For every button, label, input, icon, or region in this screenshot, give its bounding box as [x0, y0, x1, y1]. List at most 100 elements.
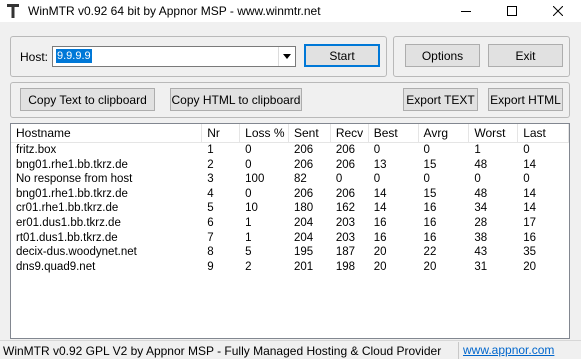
cell-loss: 0	[245, 158, 252, 171]
cell-loss: 10	[245, 202, 258, 215]
cell-nr: 7	[207, 231, 214, 244]
window-title: WinMTR v0.92 64 bit by Appnor MSP - www.…	[28, 4, 321, 18]
column-header-hostname[interactable]: Hostname	[11, 124, 203, 143]
cell-hostname: fritz.box	[16, 144, 57, 156]
table-row[interactable]: bng01.rhe1.bb.tkrz.de 2 0 206 206 13 15 …	[11, 158, 569, 173]
export-text-button[interactable]: Export TEXT	[403, 88, 478, 111]
host-input[interactable]: 9.9.9.9	[56, 49, 92, 63]
cell-avrg: 0	[423, 144, 430, 156]
cell-hostname: bng01.rhe1.bb.tkrz.de	[16, 187, 128, 200]
cell-worst: 1	[474, 144, 481, 156]
cell-avrg: 16	[423, 216, 437, 229]
close-icon[interactable]	[535, 0, 581, 22]
cell-hostname: cr01.rhe1.bb.tkrz.de	[16, 202, 119, 215]
column-header-avrg[interactable]: Avrg	[419, 124, 470, 143]
cell-worst: 28	[474, 216, 488, 229]
cell-sent: 206	[293, 158, 314, 171]
cell-last: 0	[523, 144, 530, 156]
cell-recv: 206	[335, 144, 356, 156]
table-header: Hostname Nr Loss % Sent Recv Best Avrg W…	[11, 124, 569, 143]
trace-results-table[interactable]: Hostname Nr Loss % Sent Recv Best Avrg W…	[10, 123, 570, 339]
cell-last: 16	[523, 231, 536, 244]
cell-loss: 0	[245, 144, 252, 156]
cell-loss: 100	[245, 173, 265, 186]
column-header-worst[interactable]: Worst	[469, 124, 519, 143]
cell-recv: 203	[335, 216, 356, 229]
cell-last: 14	[523, 158, 536, 171]
status-bar: WinMTR v0.92 GPL V2 by Appnor MSP - Full…	[0, 340, 581, 359]
cell-avrg: 16	[423, 231, 437, 244]
cell-best: 14	[373, 202, 387, 215]
minimize-icon[interactable]	[443, 0, 489, 22]
cell-hostname: er01.dus1.bb.tkrz.de	[16, 216, 121, 229]
copy-text-button[interactable]: Copy Text to clipboard	[20, 88, 155, 111]
table-row[interactable]: No response from host 3 100 82 0 0 0 0 0	[11, 172, 569, 187]
column-header-last[interactable]: Last	[518, 124, 569, 143]
options-button[interactable]: Options	[405, 44, 480, 67]
cell-last: 14	[523, 202, 536, 215]
cell-sent: 201	[293, 260, 314, 273]
host-label: Host:	[20, 50, 49, 64]
cell-best: 16	[373, 231, 387, 244]
table-row[interactable]: decix-dus.woodynet.net 8 5 195 187 20 22…	[11, 245, 569, 260]
cell-loss: 5	[245, 246, 252, 259]
cell-nr: 1	[207, 144, 214, 156]
table-body: fritz.box 1 0 206 206 0 0 1 0 bng01.rhe1…	[11, 143, 569, 274]
cell-nr: 3	[207, 173, 214, 186]
cell-nr: 9	[207, 260, 214, 273]
cell-sent: 204	[293, 231, 314, 244]
exit-button[interactable]: Exit	[488, 44, 563, 67]
table-row[interactable]: cr01.rhe1.bb.tkrz.de 5 10 180 162 14 16 …	[11, 201, 569, 216]
cell-recv: 206	[335, 187, 356, 200]
column-header-loss[interactable]: Loss %	[240, 124, 289, 143]
cell-nr: 4	[207, 187, 214, 200]
cell-best: 16	[373, 216, 387, 229]
column-header-best[interactable]: Best	[369, 124, 419, 143]
cell-last: 20	[523, 260, 536, 273]
host-combobox[interactable]: 9.9.9.9	[52, 46, 296, 67]
cell-recv: 206	[335, 158, 356, 171]
cell-last: 0	[523, 173, 530, 186]
appnor-link[interactable]: www.appnor.com	[458, 342, 581, 359]
cell-sent: 180	[293, 202, 314, 215]
cell-hostname: decix-dus.woodynet.net	[16, 246, 137, 259]
cell-best: 0	[373, 144, 381, 156]
cell-worst: 0	[474, 173, 481, 186]
column-header-nr[interactable]: Nr	[202, 124, 241, 143]
cell-worst: 48	[474, 158, 488, 171]
cell-best: 0	[373, 173, 381, 186]
cell-sent: 204	[293, 216, 314, 229]
start-button[interactable]: Start	[304, 44, 380, 67]
maximize-icon[interactable]	[489, 0, 535, 22]
cell-worst: 38	[474, 231, 488, 244]
cell-avrg: 22	[423, 246, 437, 259]
cell-last: 17	[523, 216, 536, 229]
cell-best: 13	[373, 158, 387, 171]
table-row[interactable]: er01.dus1.bb.tkrz.de 6 1 204 203 16 16 2…	[11, 216, 569, 231]
table-row[interactable]: bng01.rhe1.bb.tkrz.de 4 0 206 206 14 15 …	[11, 187, 569, 202]
cell-loss: 0	[245, 187, 252, 200]
cell-sent: 195	[293, 246, 314, 259]
column-header-sent[interactable]: Sent	[289, 124, 331, 143]
copy-html-button[interactable]: Copy HTML to clipboard	[170, 88, 302, 111]
winmtr-app-icon	[6, 4, 20, 18]
cell-nr: 6	[207, 216, 214, 229]
cell-loss: 2	[245, 260, 252, 273]
chevron-down-icon[interactable]	[278, 47, 295, 66]
cell-avrg: 16	[423, 202, 437, 215]
cell-best: 20	[373, 260, 387, 273]
cell-sent: 206	[293, 144, 314, 156]
cell-best: 20	[373, 246, 387, 259]
cell-sent: 206	[293, 187, 314, 200]
cell-worst: 31	[474, 260, 488, 273]
cell-worst: 48	[474, 187, 488, 200]
cell-hostname: dns9.quad9.net	[16, 260, 96, 273]
column-header-recv[interactable]: Recv	[331, 124, 369, 143]
cell-nr: 2	[207, 158, 214, 171]
cell-avrg: 20	[423, 260, 437, 273]
title-bar: WinMTR v0.92 64 bit by Appnor MSP - www.…	[0, 0, 581, 22]
export-html-button[interactable]: Export HTML	[488, 88, 563, 111]
table-row[interactable]: rt01.dus1.bb.tkrz.de 7 1 204 203 16 16 3…	[11, 231, 569, 246]
table-row[interactable]: fritz.box 1 0 206 206 0 0 1 0	[11, 143, 569, 158]
table-row[interactable]: dns9.quad9.net 9 2 201 198 20 20 31 20	[11, 260, 569, 275]
